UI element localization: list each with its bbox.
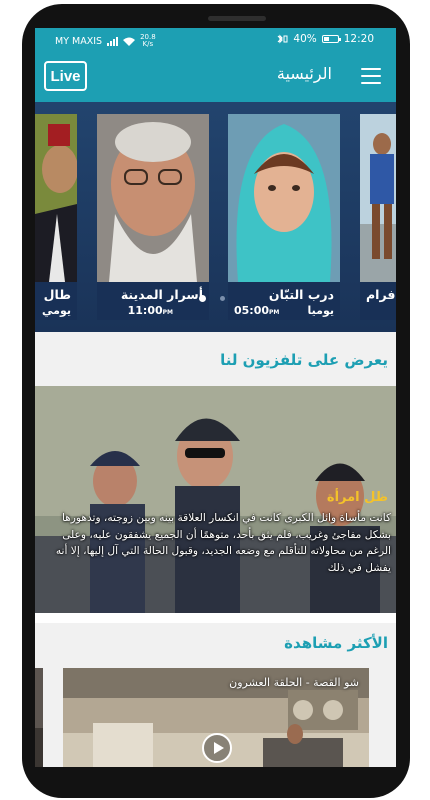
bluetooth-vibrate-icon xyxy=(277,34,288,44)
battery-percent: 40% xyxy=(293,33,317,45)
card-title: فرام xyxy=(366,287,396,302)
live-button[interactable]: Live xyxy=(44,61,87,91)
hamburger-menu-icon[interactable] xyxy=(361,68,381,84)
signal-icon xyxy=(107,36,119,46)
clock: 12:20 xyxy=(343,33,374,45)
pager-dot[interactable] xyxy=(220,296,225,301)
featured-description: كانت مأساة وائل الكبرى كانت في انكسار ال… xyxy=(55,512,391,574)
section-title-most-watched: الأكثر مشاهدة xyxy=(284,634,388,652)
poster-image xyxy=(97,114,209,282)
app-bar: Live الرئيسية xyxy=(35,52,396,102)
most-watched-item[interactable] xyxy=(35,668,43,767)
card-title: أسرار المدينة xyxy=(120,287,203,302)
video-title: شو القصة - الحلقة العشرون xyxy=(229,676,359,689)
speaker-grille xyxy=(208,16,266,21)
poster-image xyxy=(228,114,340,282)
card-day: يوميا xyxy=(307,304,334,317)
carousel-pager xyxy=(199,295,225,302)
wifi-icon xyxy=(123,37,136,46)
carousel-card[interactable]: فرام xyxy=(360,114,396,320)
featured-title: ظل امرأة xyxy=(326,490,388,505)
app-screen: MY MAXIS 20.8 K/s 40% 12:20 Live الرئيسي… xyxy=(35,28,396,767)
poster-image xyxy=(360,114,396,282)
play-icon[interactable] xyxy=(202,733,232,763)
battery-icon xyxy=(321,35,341,43)
card-day: يومي xyxy=(42,304,71,317)
poster-image xyxy=(35,114,77,282)
card-title: درب التبّان xyxy=(268,287,334,302)
most-watched-item[interactable]: شو القصة - الحلقة العشرون xyxy=(63,668,369,767)
section-divider xyxy=(35,613,396,623)
carousel-card[interactable]: درب التبّان 05:00PM يوميا xyxy=(228,114,340,320)
carrier-label: MY MAXIS xyxy=(55,35,103,47)
video-thumbnail xyxy=(35,668,43,767)
schedule-carousel[interactable]: طال يومي أسرار المدينة 11:00PM درب التبّ… xyxy=(35,102,396,332)
card-time: 05:00PM xyxy=(234,304,280,317)
card-title: طال xyxy=(43,287,71,302)
section-title-now-showing: يعرض على تلفزيون لنا xyxy=(220,351,388,369)
net-speed: 20.8 K/s xyxy=(140,33,156,48)
carousel-card[interactable]: أسرار المدينة 11:00PM xyxy=(97,114,209,320)
card-time: 11:00PM xyxy=(127,304,173,317)
status-bar: MY MAXIS 20.8 K/s 40% 12:20 xyxy=(35,28,396,52)
page-title: الرئيسية xyxy=(276,64,332,83)
pager-dot-active[interactable] xyxy=(199,295,206,302)
carousel-card[interactable]: طال يومي xyxy=(35,114,77,320)
